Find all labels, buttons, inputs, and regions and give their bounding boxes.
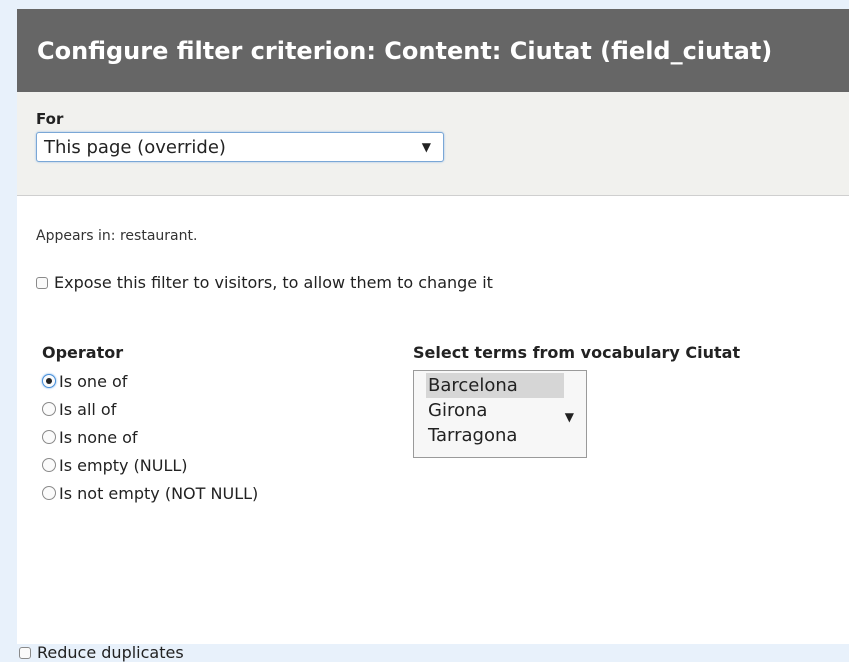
terms-option-tarragona[interactable]: Tarragona <box>426 423 564 448</box>
filter-dialog: Configure filter criterion: Content: Ciu… <box>17 9 849 644</box>
expose-filter-option[interactable]: Expose this filter to visitors, to allow… <box>36 273 493 292</box>
dialog-title: Configure filter criterion: Content: Ciu… <box>37 36 773 65</box>
operator-radio-is-none-of[interactable] <box>42 430 56 444</box>
operator-radio-is-not-empty[interactable] <box>42 486 56 500</box>
operator-radio-is-all-of[interactable] <box>42 402 56 416</box>
for-section: For This page (override) ▼ <box>17 92 849 196</box>
expose-filter-checkbox[interactable] <box>36 276 48 289</box>
operator-option-label: Is all of <box>59 399 117 419</box>
terms-option-girona[interactable]: Girona <box>426 398 564 423</box>
operator-option-label: Is not empty (NOT NULL) <box>59 483 259 503</box>
operator-option-is-not-empty[interactable]: Is not empty (NOT NULL) <box>42 472 258 514</box>
operator-option-label: Is empty (NULL) <box>59 455 188 475</box>
reduce-duplicates-option[interactable]: Reduce duplicates <box>19 643 184 662</box>
terms-group: Select terms from vocabulary Ciutat Barc… <box>413 343 740 458</box>
for-label: For <box>36 110 64 128</box>
operator-option-label: Is none of <box>59 427 138 447</box>
expose-filter-label: Expose this filter to visitors, to allow… <box>54 273 493 292</box>
appears-in-text: Appears in: restaurant. <box>36 228 198 244</box>
operator-radio-is-one-of[interactable] <box>42 374 56 388</box>
terms-option-barcelona[interactable]: Barcelona <box>426 373 564 398</box>
chevron-down-icon: ▼ <box>564 410 574 424</box>
for-select[interactable]: This page (override) ▼ <box>36 132 444 162</box>
reduce-duplicates-checkbox[interactable] <box>19 646 31 659</box>
chevron-down-icon: ▼ <box>421 140 431 154</box>
dialog-titlebar: Configure filter criterion: Content: Ciu… <box>17 9 849 92</box>
terms-select[interactable]: Barcelona Girona Tarragona ▼ <box>413 370 587 458</box>
for-select-value: This page (override) <box>44 136 226 158</box>
terms-label: Select terms from vocabulary Ciutat <box>413 343 741 362</box>
operator-group: Operator Is one of Is all of Is none of … <box>42 343 258 514</box>
operator-radio-is-empty[interactable] <box>42 458 56 472</box>
reduce-duplicates-label: Reduce duplicates <box>37 643 184 662</box>
operator-option-label: Is one of <box>59 371 128 391</box>
